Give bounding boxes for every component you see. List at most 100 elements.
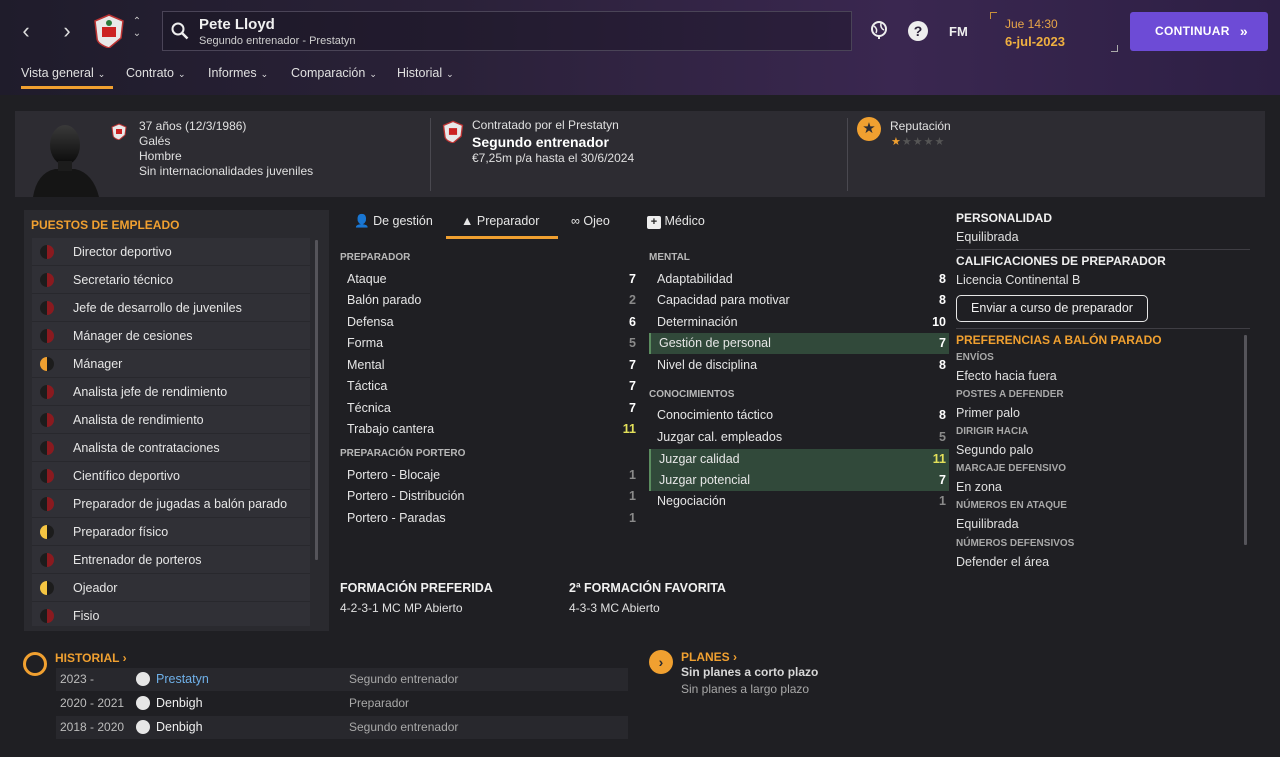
attribute-value: 8	[939, 293, 946, 307]
list-item[interactable]: Jefe de desarrollo de juveniles	[32, 294, 310, 322]
attribute-row[interactable]: Táctica 7	[339, 376, 639, 397]
list-item-label: Secretario técnico	[73, 273, 174, 287]
forward-arrow-icon[interactable]: ›	[53, 18, 81, 46]
attribute-value: 1	[629, 468, 636, 482]
attribute-row[interactable]: Negociación 1	[649, 491, 949, 512]
tab-overview[interactable]: Vista general ⌄	[21, 66, 114, 89]
club-crest-icon[interactable]	[93, 14, 125, 48]
scrollbar[interactable]	[1244, 335, 1247, 545]
tab-scouting[interactable]: ∞ Ojeo	[571, 214, 610, 236]
section-title-coaching: PREPARADOR	[340, 252, 411, 263]
attribute-name: Juzgar cal. empleados	[657, 430, 783, 444]
attribute-value: 11	[622, 422, 636, 436]
history-years: 2018 - 2020	[60, 720, 125, 734]
attribute-row[interactable]: Portero - Paradas 1	[339, 508, 639, 529]
double-chevron-right-icon: »	[1239, 23, 1248, 39]
tab-coaching[interactable]: ▲ Preparador	[446, 214, 558, 239]
tab-label: Historial	[397, 66, 443, 80]
globe-icon[interactable]	[869, 20, 889, 40]
suitability-icon	[40, 413, 54, 427]
list-item[interactable]: Mánager	[32, 350, 310, 378]
list-item[interactable]: Mánager de cesiones	[32, 322, 310, 350]
attribute-row[interactable]: Defensa 6	[339, 312, 639, 333]
send-to-course-button[interactable]: Enviar a curso de preparador	[956, 295, 1148, 322]
chevron-down-icon: ⌄	[97, 69, 106, 79]
table-row[interactable]: 2023 - Prestatyn Segundo entrenador	[56, 668, 628, 691]
youth-caps: Sin internacionalidades juveniles	[139, 164, 314, 178]
attribute-row[interactable]: Trabajo cantera 11	[339, 419, 639, 440]
back-arrow-icon[interactable]: ‹	[12, 18, 40, 46]
list-item[interactable]: Secretario técnico	[32, 266, 310, 294]
search-bar[interactable]: Pete Lloyd Segundo entrenador - Prestaty…	[162, 11, 852, 51]
list-item[interactable]: Preparador físico	[32, 518, 310, 546]
help-icon[interactable]: ?	[908, 21, 928, 41]
preferred-formation-value: 4-2-3-1 MC MP Abierto	[340, 601, 463, 615]
pref-label: MARCAJE DEFENSIVO	[956, 463, 1067, 474]
date-corner-decoration	[990, 12, 997, 19]
staff-positions-title: PUESTOS DE EMPLEADO	[31, 218, 180, 232]
tab-medical[interactable]: + Médico	[647, 214, 705, 237]
pref-value: Efecto hacia fuera	[956, 369, 1057, 383]
attribute-row[interactable]: Portero - Blocaje 1	[339, 465, 639, 486]
tab-comparison[interactable]: Comparación ⌄	[291, 66, 377, 80]
attribute-value: 8	[939, 408, 946, 422]
attribute-row[interactable]: Balón parado 2	[339, 290, 639, 311]
attribute-row[interactable]: Portero - Distribución 1	[339, 486, 639, 507]
preferred-formation-label: FORMACIÓN PREFERIDA	[340, 581, 493, 595]
search-icon	[171, 22, 189, 40]
list-item[interactable]: Director deportivo	[32, 238, 310, 266]
attribute-row[interactable]: Forma 5	[339, 333, 639, 354]
tab-management[interactable]: 👤 De gestión	[354, 214, 433, 237]
club-crest-icon[interactable]	[442, 120, 464, 143]
tab-label: Comparación	[291, 66, 366, 80]
attribute-value: 7	[629, 379, 636, 393]
nation-crest-icon	[111, 123, 127, 140]
list-item[interactable]: Analista jefe de rendimiento	[32, 378, 310, 406]
scrollbar[interactable]	[315, 240, 318, 560]
attribute-row[interactable]: Determinación 10	[649, 312, 949, 333]
attribute-row[interactable]: Ataque 7	[339, 269, 639, 290]
table-row[interactable]: 2018 - 2020 Denbigh Segundo entrenador	[56, 716, 628, 739]
pref-label: NÚMEROS EN ATAQUE	[956, 500, 1067, 511]
attribute-row[interactable]: Capacidad para motivar 8	[649, 290, 949, 311]
attribute-row[interactable]: Adaptabilidad 8	[649, 269, 949, 290]
tab-label: De gestión	[373, 214, 433, 228]
history-title-link[interactable]: HISTORIAL ›	[55, 651, 127, 665]
list-item[interactable]: Entrenador de porteros	[32, 546, 310, 574]
table-row[interactable]: 2020 - 2021 Denbigh Preparador	[56, 692, 628, 715]
fm-menu-button[interactable]: FM	[949, 24, 968, 39]
club-switch-arrows[interactable]: ⌃ ⌄	[130, 16, 144, 40]
list-item[interactable]: Analista de rendimiento	[32, 406, 310, 434]
tab-reports[interactable]: Informes ⌄	[208, 66, 268, 80]
attribute-row[interactable]: Mental 7	[339, 355, 639, 376]
list-item[interactable]: Preparador de jugadas a balón parado	[32, 490, 310, 518]
plans-title-link[interactable]: PLANES ›	[681, 650, 737, 664]
tab-contract[interactable]: Contrato ⌄	[126, 66, 186, 80]
attribute-name: Defensa	[347, 315, 394, 329]
attribute-row[interactable]: Técnica 7	[339, 398, 639, 419]
continue-button[interactable]: CONTINUAR »	[1130, 12, 1268, 51]
list-item-label: Preparador de jugadas a balón parado	[73, 497, 288, 511]
attribute-row-highlighted[interactable]: Juzgar calidad 11	[649, 449, 949, 470]
list-item[interactable]: Fisio	[32, 602, 310, 626]
staff-positions-list[interactable]: Director deportivo Secretario técnico Je…	[32, 238, 310, 626]
attribute-value: 7	[939, 473, 946, 487]
tab-history[interactable]: Historial ⌄	[397, 66, 454, 80]
list-item[interactable]: Analista de contrataciones	[32, 434, 310, 462]
divider	[956, 249, 1250, 250]
history-years: 2023 -	[60, 672, 95, 686]
tab-label: Vista general	[21, 66, 94, 80]
attribute-row[interactable]: Nivel de disciplina 8	[649, 355, 949, 376]
history-years: 2020 - 2021	[60, 696, 125, 710]
attribute-row[interactable]: Juzgar cal. empleados 5	[649, 427, 949, 448]
attribute-row-highlighted[interactable]: Juzgar potencial 7	[649, 470, 949, 491]
chevron-right-icon: ›	[733, 650, 738, 664]
attribute-row-highlighted[interactable]: Gestión de personal 7	[649, 333, 949, 354]
attribute-row[interactable]: Conocimiento táctico 8	[649, 405, 949, 426]
attribute-name: Ataque	[347, 272, 387, 286]
list-item[interactable]: Científico deportivo	[32, 462, 310, 490]
reputation-star-icon: ★	[857, 117, 881, 141]
list-item[interactable]: Ojeador	[32, 574, 310, 602]
age: 37 años (12/3/1986)	[139, 119, 247, 133]
history-title: HISTORIAL	[55, 651, 120, 665]
